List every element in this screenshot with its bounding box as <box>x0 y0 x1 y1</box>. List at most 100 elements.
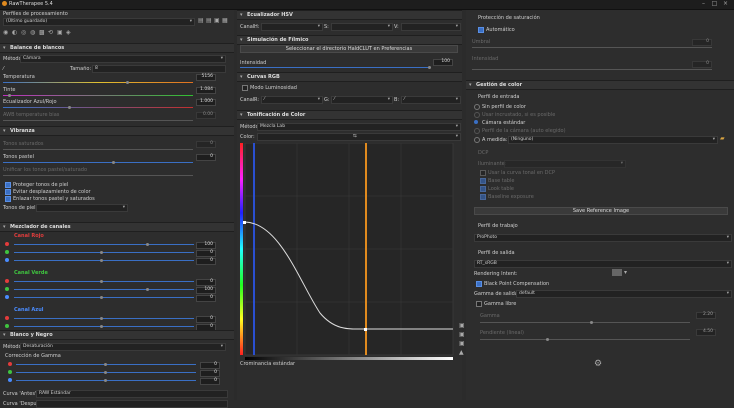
save-curve-icon[interactable]: ▲ <box>459 350 464 356</box>
maximize-icon[interactable]: □ <box>711 1 718 7</box>
custom-profile-combo[interactable]: (Ninguno) ▾ <box>508 136 718 144</box>
channel-slider[interactable] <box>14 289 194 290</box>
save-profile-icon[interactable]: ▤ <box>206 18 212 24</box>
tab-metadata-icon[interactable]: ◈ <box>66 30 71 36</box>
protect-skin-checkbox[interactable] <box>5 182 11 188</box>
channel-slider[interactable] <box>14 260 194 261</box>
wb-picker-icon[interactable]: ⁄ <box>3 66 4 72</box>
tab-raw-icon[interactable]: ▣ <box>57 30 63 36</box>
gamma-slider-knob[interactable] <box>104 379 107 382</box>
baseline-exposure-checkbox[interactable] <box>480 194 486 200</box>
tab-exposure-icon[interactable]: ◐ <box>12 30 17 36</box>
pastel-tones-knob[interactable] <box>112 161 115 164</box>
section-film-simulation[interactable]: ▾ Simulación de Fílmico <box>237 35 462 45</box>
curve-point[interactable] <box>243 221 246 224</box>
free-gamma-checkbox[interactable] <box>476 301 482 307</box>
radio-auto-camera[interactable] <box>474 128 480 134</box>
channel-slider[interactable] <box>14 244 194 245</box>
curve-before-combo[interactable]: RAW Estándar <box>36 390 228 398</box>
toning-color-combo[interactable]: ⇆ ▾ <box>257 133 461 141</box>
section-color-toning[interactable]: ▾ Tonificación de Color <box>237 110 462 120</box>
tab-color-icon[interactable]: ◍ <box>30 30 35 36</box>
copy-profile-icon[interactable]: ▣ <box>214 18 220 24</box>
tint-spin[interactable]: 1.084 <box>196 87 216 94</box>
section-rgb-curves[interactable]: ▾ Curvas RGB <box>237 72 462 82</box>
film-intensity-knob[interactable] <box>428 66 431 69</box>
wb-method-combo[interactable]: Cámara ▾ <box>20 55 226 63</box>
save-reference-image-button[interactable]: Save Reference Image <box>474 207 728 215</box>
paste-profile-icon[interactable]: ▦ <box>222 18 228 24</box>
channel-spin[interactable]: 0 <box>196 250 216 257</box>
luminosity-mode-checkbox[interactable] <box>242 85 248 91</box>
gamma-spin[interactable]: 0 <box>200 370 220 377</box>
bw-method-combo[interactable]: Desaturación ▾ <box>20 343 226 351</box>
skin-tones-curve-combo[interactable]: ▾ <box>36 204 128 212</box>
copy-curve-icon[interactable]: ▣ <box>459 323 465 329</box>
radio-camera-standard[interactable] <box>474 120 478 124</box>
tab-detail-icon[interactable]: ◎ <box>21 30 26 36</box>
temperature-knob[interactable] <box>126 81 129 84</box>
output-profile-combo[interactable]: RT_sRGB ▾ <box>474 260 732 268</box>
channel-spin[interactable]: 100 <box>196 287 216 294</box>
saturated-tones-spin[interactable]: 0 <box>196 141 216 148</box>
slope-slider[interactable] <box>480 339 690 340</box>
rendering-intent-icon[interactable] <box>612 269 622 276</box>
slope-knob[interactable] <box>546 338 549 341</box>
tint-slider[interactable] <box>3 95 193 96</box>
channel-spin[interactable]: 0 <box>196 279 216 286</box>
hsv-s-combo[interactable]: ▾ <box>331 23 393 31</box>
saturated-tones-slider[interactable] <box>3 149 193 150</box>
slope-spin[interactable]: 4.50 <box>696 329 716 336</box>
pastel-saturated-slider[interactable] <box>3 175 193 176</box>
folder-icon[interactable]: ▰ <box>720 136 725 142</box>
temperature-slider[interactable] <box>3 82 193 83</box>
gamma-spin[interactable]: 0 <box>200 362 220 369</box>
output-gamma-combo[interactable]: default ▾ <box>516 290 732 298</box>
gamma-slider-knob[interactable] <box>104 363 107 366</box>
hsv-h-combo[interactable]: ▾ <box>261 23 323 31</box>
channel-slider-knob[interactable] <box>100 280 103 283</box>
curve-after-combo[interactable] <box>36 400 228 408</box>
radio-custom[interactable] <box>474 137 480 143</box>
open-profile-icon[interactable]: ▤ <box>198 18 204 24</box>
paste-curve-icon[interactable]: ▣ <box>459 332 465 338</box>
channel-slider[interactable] <box>14 318 194 319</box>
awb-bias-slider[interactable] <box>3 120 193 121</box>
section-color-management[interactable]: ▾ Gestión de color <box>466 80 734 90</box>
link-pastel-checkbox[interactable] <box>5 196 11 202</box>
threshold-spin[interactable]: 0 <box>692 39 712 46</box>
working-profile-combo[interactable]: ProPhoto ▾ <box>474 234 732 242</box>
color-toning-curve-editor[interactable] <box>240 143 458 367</box>
temperature-spin[interactable]: 5156 <box>196 74 216 81</box>
channel-slider[interactable] <box>14 297 194 298</box>
auto-checkbox[interactable] <box>478 27 484 33</box>
tab-favorites-icon[interactable]: ◉ <box>3 30 8 36</box>
blue-red-knob[interactable] <box>68 106 71 109</box>
chevron-down-icon[interactable]: ▾ <box>624 270 627 276</box>
illuminant-combo[interactable]: ▾ <box>504 160 626 168</box>
section-channel-mixer[interactable]: ▾ Mezclador de canales <box>0 222 234 232</box>
channel-slider[interactable] <box>14 281 194 282</box>
channel-slider[interactable] <box>14 326 194 327</box>
channel-slider-knob[interactable] <box>100 325 103 328</box>
hsv-v-combo[interactable]: ▾ <box>401 23 461 31</box>
dcp-tone-curve-checkbox[interactable] <box>480 170 486 176</box>
tab-wavelet-icon[interactable]: ▩ <box>39 30 45 36</box>
channel-spin[interactable]: 0 <box>196 295 216 302</box>
opacity-slider[interactable] <box>472 69 712 70</box>
channel-spin[interactable]: 0 <box>196 316 216 323</box>
pastel-tones-slider[interactable] <box>3 162 193 163</box>
film-intensity-slider[interactable] <box>240 67 430 68</box>
section-hsv[interactable]: ▾ Ecualizador HSV <box>237 10 462 20</box>
reset-curve-icon[interactable]: ▣ <box>459 341 465 347</box>
gamma-slider[interactable] <box>480 322 690 323</box>
profile-combo[interactable]: (Último guardado) ▾ <box>3 18 195 26</box>
tint-knob[interactable] <box>8 94 11 97</box>
radio-embedded[interactable] <box>474 112 480 118</box>
threshold-slider[interactable] <box>472 47 712 48</box>
tab-transform-icon[interactable]: ⟲ <box>48 30 53 36</box>
channel-slider-knob[interactable] <box>100 251 103 254</box>
channel-slider[interactable] <box>14 252 194 253</box>
gamma-spin[interactable]: 0 <box>200 378 220 385</box>
look-table-checkbox[interactable] <box>480 186 486 192</box>
